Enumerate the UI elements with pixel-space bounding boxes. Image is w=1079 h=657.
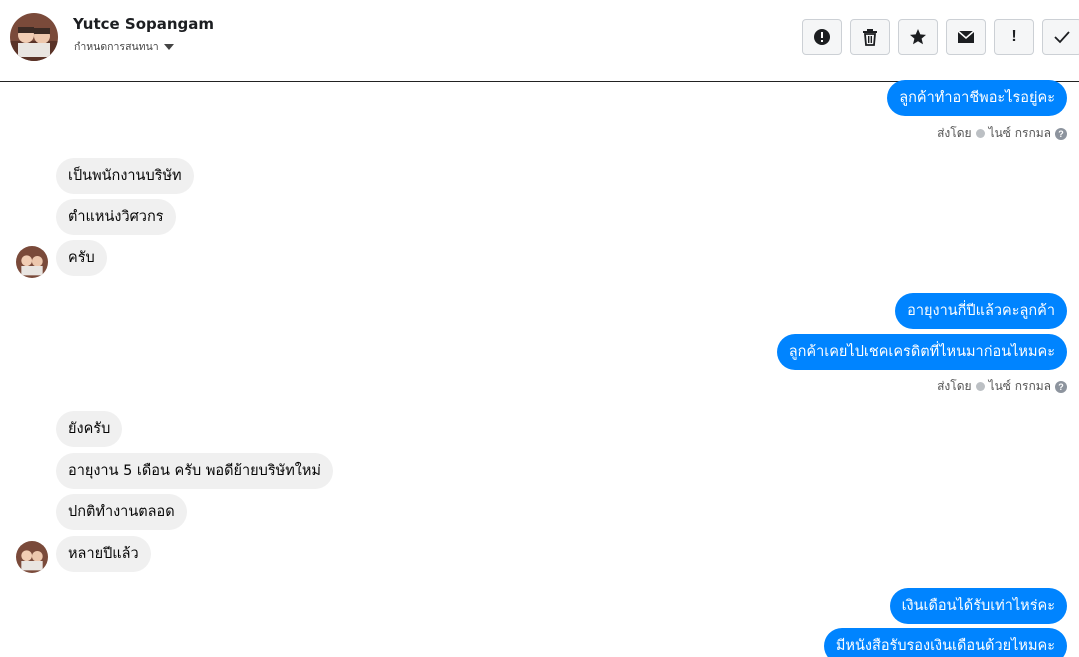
mark-spam-button[interactable] [802, 19, 842, 55]
outgoing-message[interactable]: เงินเดือนได้รับเท่าไหร่คะ [889, 588, 1067, 624]
delete-button[interactable] [850, 19, 890, 55]
help-icon[interactable]: ? [1055, 127, 1067, 140]
sender-name: ไนซ์ กรกมล [988, 379, 1051, 393]
envelope-icon [957, 30, 975, 43]
alert-circle-icon [814, 29, 830, 45]
mark-unread-button[interactable] [946, 19, 986, 55]
contact-avatar[interactable] [10, 13, 58, 61]
outgoing-message[interactable]: ลูกค้าทำอาชีพอะไรอยู่คะ [887, 80, 1067, 116]
checkmark-icon [1054, 31, 1070, 44]
outgoing-message[interactable]: อายุงานกี่ปีแล้วคะลูกค้า [895, 293, 1067, 329]
incoming-message[interactable]: ยังครับ [56, 411, 123, 447]
contact-avatar-small [16, 246, 48, 278]
incoming-message[interactable]: ตำแหน่งวิศวกร [56, 199, 176, 235]
outgoing-message[interactable]: ลูกค้าเคยไปเชคเครดิตที่ไหนมาก่อนไหมคะ [776, 334, 1067, 370]
contact-avatar-small [16, 541, 48, 573]
contact-name: Yutce Sopangam [73, 15, 215, 33]
incoming-message[interactable]: ปกติทำงานตลอด [56, 494, 187, 530]
action-toolbar: ! [802, 19, 1079, 55]
incoming-message[interactable]: ครับ [56, 240, 107, 276]
star-icon [910, 29, 926, 45]
outgoing-message[interactable]: มีหนังสือรับรองเงินเดือนด้วยไหมคะ [823, 628, 1067, 657]
conversation-options-dropdown[interactable]: กำหนดการสนทนา [74, 38, 174, 55]
sent-by-label: ส่งโดย [937, 379, 972, 393]
exclamation-icon: ! [1011, 28, 1017, 45]
caret-down-icon [163, 43, 174, 50]
conversation-header: Yutce Sopangam กำหนดการสนทนา ! [0, 0, 1079, 82]
conversation-options-label: กำหนดการสนทนา [74, 41, 159, 53]
mark-done-button[interactable] [1042, 19, 1079, 55]
sent-by-label: ส่งโดย [937, 126, 972, 140]
help-icon[interactable]: ? [1055, 380, 1067, 393]
sent-by-info: ส่งโดย ไนซ์ กรกมล ? [937, 377, 1067, 396]
sent-check-icon [975, 129, 985, 138]
follow-up-button[interactable]: ! [994, 19, 1034, 55]
trash-icon [863, 29, 877, 46]
sent-by-info: ส่งโดย ไนซ์ กรกมล ? [937, 124, 1067, 143]
incoming-message[interactable]: เป็นพนักงานบริษัท [56, 158, 194, 194]
sent-check-icon [975, 382, 985, 391]
sender-name: ไนซ์ กรกมล [988, 126, 1051, 140]
star-button[interactable] [898, 19, 938, 55]
incoming-message[interactable]: อายุงาน 5 เดือน ครับ พอดีย้ายบริษัทใหม่ [56, 453, 333, 489]
incoming-message[interactable]: หลายปีแล้ว [56, 536, 151, 572]
